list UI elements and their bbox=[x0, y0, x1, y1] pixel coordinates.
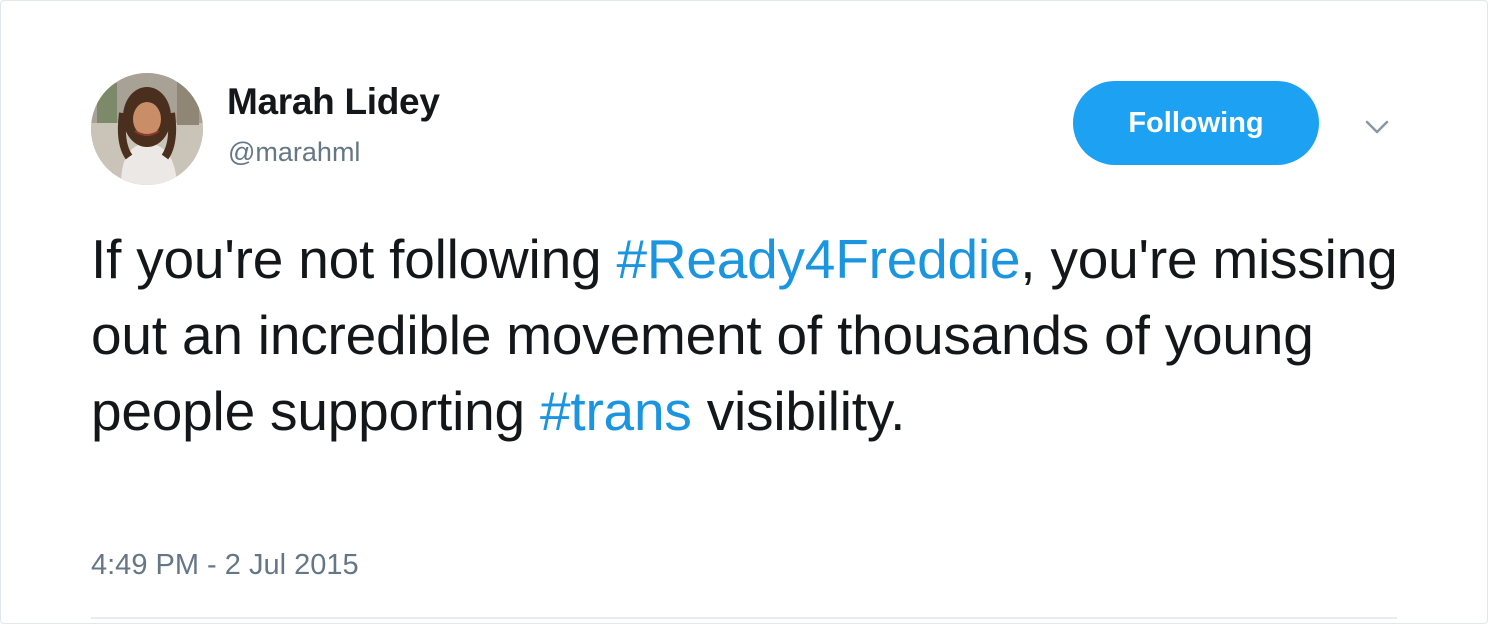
tweet-text-segment: visibility. bbox=[691, 380, 906, 442]
chevron-down-icon[interactable] bbox=[1359, 109, 1395, 145]
hashtag-link[interactable]: #trans bbox=[540, 380, 692, 442]
tweet-text-segment: If you're not following bbox=[91, 228, 617, 290]
following-button[interactable]: Following bbox=[1073, 81, 1319, 165]
avatar[interactable] bbox=[91, 73, 203, 185]
hashtag-link[interactable]: #Ready4Freddie bbox=[616, 228, 1020, 290]
display-name[interactable]: Marah Lidey bbox=[227, 81, 440, 123]
divider bbox=[91, 617, 1397, 619]
user-handle[interactable]: @marahml bbox=[228, 137, 360, 168]
tweet-card: Marah Lidey @marahml Following If you're… bbox=[0, 0, 1488, 624]
avatar-photo bbox=[91, 73, 203, 185]
tweet-timestamp[interactable]: 4:49 PM - 2 Jul 2015 bbox=[91, 549, 359, 582]
tweet-text: If you're not following #Ready4Freddie, … bbox=[91, 221, 1411, 449]
